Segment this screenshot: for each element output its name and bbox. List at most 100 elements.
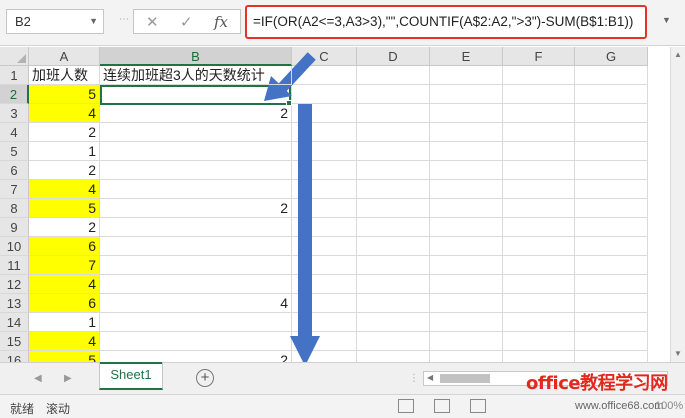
- row-header-11[interactable]: 11: [0, 256, 29, 275]
- cell-e10[interactable]: [430, 237, 503, 256]
- cell-g5[interactable]: [575, 142, 648, 161]
- cell-g13[interactable]: [575, 294, 648, 313]
- cell-b9[interactable]: [100, 218, 292, 237]
- row-header-4[interactable]: 4: [0, 123, 29, 142]
- column-header-g[interactable]: G: [575, 47, 648, 66]
- tab-split-handle[interactable]: ⋮: [409, 373, 419, 384]
- column-header-c[interactable]: C: [292, 47, 357, 66]
- cell-d3[interactable]: [357, 104, 430, 123]
- cell-e4[interactable]: [430, 123, 503, 142]
- cell-b7[interactable]: [100, 180, 292, 199]
- cell-g11[interactable]: [575, 256, 648, 275]
- cell-g9[interactable]: [575, 218, 648, 237]
- cell-f1[interactable]: [503, 66, 575, 85]
- cell-e12[interactable]: [430, 275, 503, 294]
- spreadsheet-grid[interactable]: ABCDEFG 1 2 3 4 5 6 7 8 9 10 11 12 13 14 15 16 加班人数 连续加班…: [0, 47, 670, 362]
- cell-b4[interactable]: [100, 123, 292, 142]
- cell-c7[interactable]: [292, 180, 357, 199]
- cell-a6[interactable]: 2: [29, 161, 100, 180]
- cell-b11[interactable]: [100, 256, 292, 275]
- cell-d4[interactable]: [357, 123, 430, 142]
- cell-a11[interactable]: 7: [29, 256, 100, 275]
- cell-e15[interactable]: [430, 332, 503, 351]
- cell-e9[interactable]: [430, 218, 503, 237]
- row-header-6[interactable]: 6: [0, 161, 29, 180]
- cancel-icon[interactable]: ✕: [146, 13, 159, 31]
- enter-icon[interactable]: ✓: [180, 13, 193, 31]
- cell-f12[interactable]: [503, 275, 575, 294]
- cell-a15[interactable]: 4: [29, 332, 100, 351]
- cell-d8[interactable]: [357, 199, 430, 218]
- cell-f14[interactable]: [503, 313, 575, 332]
- cell-b15[interactable]: [100, 332, 292, 351]
- cell-g6[interactable]: [575, 161, 648, 180]
- cell-f8[interactable]: [503, 199, 575, 218]
- cell-a3[interactable]: 4: [29, 104, 100, 123]
- name-box[interactable]: B2 ▼: [6, 9, 104, 34]
- cell-e5[interactable]: [430, 142, 503, 161]
- cell-g14[interactable]: [575, 313, 648, 332]
- cell-a7[interactable]: 4: [29, 180, 100, 199]
- normal-view-icon[interactable]: [398, 399, 414, 413]
- cell-g15[interactable]: [575, 332, 648, 351]
- cell-e13[interactable]: [430, 294, 503, 313]
- row-header-10[interactable]: 10: [0, 237, 29, 256]
- cell-c5[interactable]: [292, 142, 357, 161]
- cell-c2[interactable]: [292, 85, 357, 104]
- cell-c11[interactable]: [292, 256, 357, 275]
- cell-d11[interactable]: [357, 256, 430, 275]
- cell-c15[interactable]: [292, 332, 357, 351]
- cell-f2[interactable]: [503, 85, 575, 104]
- fill-handle[interactable]: [286, 100, 292, 106]
- row-header-16[interactable]: 16: [0, 351, 29, 362]
- column-header-b[interactable]: B: [100, 47, 292, 66]
- cell-d9[interactable]: [357, 218, 430, 237]
- cell-a5[interactable]: 1: [29, 142, 100, 161]
- cell-b8[interactable]: 2: [100, 199, 292, 218]
- cell-a9[interactable]: 2: [29, 218, 100, 237]
- cell-e14[interactable]: [430, 313, 503, 332]
- cell-g7[interactable]: [575, 180, 648, 199]
- row-header-8[interactable]: 8: [0, 199, 29, 218]
- cell-b16[interactable]: 2: [100, 351, 292, 362]
- cell-f5[interactable]: [503, 142, 575, 161]
- scroll-left-icon[interactable]: ◀: [427, 373, 433, 382]
- cell-f11[interactable]: [503, 256, 575, 275]
- cell-a2[interactable]: 5: [29, 85, 100, 104]
- column-header-e[interactable]: E: [430, 47, 503, 66]
- row-header-9[interactable]: 9: [0, 218, 29, 237]
- cell-d10[interactable]: [357, 237, 430, 256]
- cell-g8[interactable]: [575, 199, 648, 218]
- cell-c9[interactable]: [292, 218, 357, 237]
- row-header-1[interactable]: 1: [0, 66, 29, 85]
- row-header-5[interactable]: 5: [0, 142, 29, 161]
- cell-f16[interactable]: [503, 351, 575, 362]
- cell-a4[interactable]: 2: [29, 123, 100, 142]
- cell-e8[interactable]: [430, 199, 503, 218]
- cell-e6[interactable]: [430, 161, 503, 180]
- cell-g3[interactable]: [575, 104, 648, 123]
- cell-a12[interactable]: 4: [29, 275, 100, 294]
- cell-f9[interactable]: [503, 218, 575, 237]
- row-header-2[interactable]: 2: [0, 85, 29, 104]
- add-sheet-icon[interactable]: +: [196, 369, 214, 387]
- cell-c8[interactable]: [292, 199, 357, 218]
- cell-d15[interactable]: [357, 332, 430, 351]
- row-header-12[interactable]: 12: [0, 275, 29, 294]
- cell-d5[interactable]: [357, 142, 430, 161]
- cell-c12[interactable]: [292, 275, 357, 294]
- scroll-thumb[interactable]: [440, 374, 490, 383]
- row-header-14[interactable]: 14: [0, 313, 29, 332]
- page-break-icon[interactable]: [470, 399, 486, 413]
- cell-d7[interactable]: [357, 180, 430, 199]
- row-header-13[interactable]: 13: [0, 294, 29, 313]
- cell-c13[interactable]: [292, 294, 357, 313]
- column-header-a[interactable]: A: [29, 47, 100, 66]
- cell-c16[interactable]: [292, 351, 357, 362]
- cell-f3[interactable]: [503, 104, 575, 123]
- expand-formula-icon[interactable]: ▼: [662, 15, 671, 25]
- scroll-up-icon[interactable]: ▲: [674, 50, 682, 59]
- cell-f7[interactable]: [503, 180, 575, 199]
- cell-e16[interactable]: [430, 351, 503, 362]
- column-header-f[interactable]: F: [503, 47, 575, 66]
